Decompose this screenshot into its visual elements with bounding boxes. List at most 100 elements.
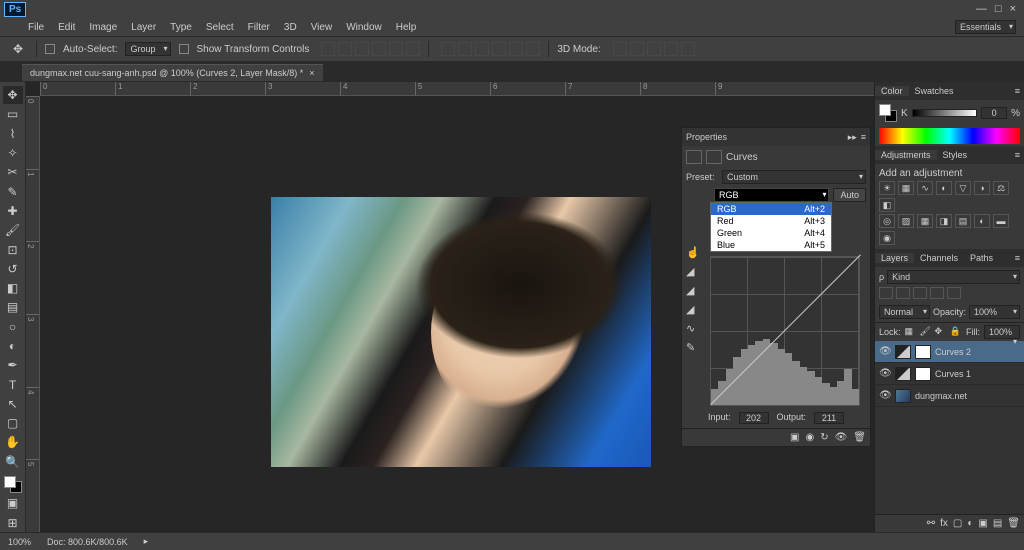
maximize-button[interactable]: □ [995,3,1002,15]
menu-help[interactable]: Help [396,22,417,33]
clip-icon[interactable]: ▣ [790,432,799,443]
distribute-icon[interactable] [475,42,489,56]
photofilter-icon[interactable]: ◎ [879,214,895,228]
adjustment-icon[interactable] [686,150,702,164]
channel-blue[interactable]: BlueAlt+5 [711,239,831,251]
mode-3d-icon[interactable] [664,42,678,56]
align-icon[interactable] [338,42,352,56]
fx-icon[interactable]: fx [940,518,948,529]
distribute-icon[interactable] [509,42,523,56]
mode-3d-icon[interactable] [630,42,644,56]
distribute-icon[interactable] [492,42,506,56]
on-image-tool-icon[interactable]: ☝ [686,246,700,259]
menu-file[interactable]: File [28,22,44,33]
menu-window[interactable]: Window [346,22,382,33]
close-tab-icon[interactable]: × [309,68,314,78]
path-tool[interactable]: ↖ [3,395,23,413]
color-tab[interactable]: Color [875,86,909,96]
bw-icon[interactable]: ◧ [879,198,895,212]
layer-item[interactable]: 👁 Curves 2 [875,341,1024,363]
menu-3d[interactable]: 3D [284,22,297,33]
align-icon[interactable] [372,42,386,56]
filter-pixel-icon[interactable] [879,287,893,299]
history-brush-tool[interactable]: ↺ [3,260,23,278]
mode-3d-icon[interactable] [613,42,627,56]
workspace-switcher[interactable]: Essentials [955,20,1016,34]
align-icon[interactable] [389,42,403,56]
layers-tab[interactable]: Layers [875,253,914,263]
move-tool[interactable]: ✥ [3,86,23,104]
layer-thumb[interactable] [895,389,911,403]
stamp-tool[interactable]: ⊡ [3,240,23,258]
colorbalance-icon[interactable]: ⚖ [993,181,1009,195]
minimize-button[interactable]: — [976,3,987,15]
visibility-icon[interactable]: 👁 [879,368,891,379]
zoom-level[interactable]: 100% [8,537,31,547]
channel-rgb[interactable]: RGBAlt+2 [711,203,831,215]
brightness-icon[interactable]: ☀ [879,181,895,195]
panel-menu-icon[interactable]: ≡ [1011,253,1024,263]
link-icon[interactable]: ⚯ [927,518,935,529]
channel-green[interactable]: GreenAlt+4 [711,227,831,239]
mask-icon[interactable]: ▢ [953,518,962,529]
distribute-icon[interactable] [526,42,540,56]
mask-thumb[interactable] [915,367,931,381]
color-swatch[interactable] [4,476,22,493]
adjustment-icon[interactable]: ◐ [967,518,973,529]
align-icon[interactable] [355,42,369,56]
distribute-icon[interactable] [441,42,455,56]
lock-position-icon[interactable]: ✥ [935,326,947,338]
close-button[interactable]: × [1010,3,1016,15]
heal-tool[interactable]: ✚ [3,202,23,220]
mask-icon[interactable] [706,150,722,164]
screen-mode-tool[interactable]: ⊞ [3,514,23,532]
canvas-image[interactable] [271,197,651,467]
preset-dropdown[interactable]: Custom [722,170,866,184]
mask-thumb[interactable] [915,345,931,359]
menu-filter[interactable]: Filter [248,22,270,33]
show-transform-checkbox[interactable] [179,44,189,54]
lock-all-icon[interactable]: 🔒 [950,326,962,338]
filter-smart-icon[interactable] [947,287,961,299]
previous-icon[interactable]: ◉ [805,432,814,443]
color-value-field[interactable] [981,107,1007,119]
pen-tool[interactable]: ✒ [3,356,23,374]
visibility-icon[interactable]: 👁 [879,390,891,401]
input-field[interactable] [739,412,769,424]
channels-tab[interactable]: Channels [914,253,964,263]
eyedropper-tool[interactable]: ✎ [3,182,23,200]
lock-transparent-icon[interactable]: ▦ [905,326,917,338]
exposure-icon[interactable]: ◐ [936,181,952,195]
curves-graph[interactable] [710,256,860,406]
gray-point-icon[interactable]: ◢ [686,284,700,297]
layer-thumb[interactable] [895,367,911,381]
trash-icon[interactable]: 🗑 [1007,518,1020,529]
lasso-tool[interactable]: ⌇ [3,125,23,143]
menu-image[interactable]: Image [89,22,117,33]
distribute-icon[interactable] [458,42,472,56]
channel-red[interactable]: RedAlt+3 [711,215,831,227]
menu-view[interactable]: View [311,22,333,33]
group-icon[interactable]: ▣ [978,518,987,529]
blend-mode-dropdown[interactable]: Normal [879,305,930,319]
filter-shape-icon[interactable] [930,287,944,299]
canvas-area[interactable]: 0123456789 012345 Properties ▸▸ ≡ Curves… [26,82,874,532]
opacity-field[interactable]: 100% [969,305,1020,319]
threshold-icon[interactable]: ◐ [974,214,990,228]
curves-icon[interactable]: ∿ [917,181,933,195]
filter-type-icon[interactable] [913,287,927,299]
mode-3d-icon[interactable] [647,42,661,56]
filter-adj-icon[interactable] [896,287,910,299]
posterize-icon[interactable]: ▤ [955,214,971,228]
vibrance-icon[interactable]: ▽ [955,181,971,195]
lookup-icon[interactable]: ▦ [917,214,933,228]
mixer-icon[interactable]: ▨ [898,214,914,228]
crop-tool[interactable]: ✂ [3,163,23,181]
layer-item[interactable]: 👁 Curves 1 [875,363,1024,385]
panel-menu-icon[interactable]: ≡ [1011,86,1024,96]
auto-select-checkbox[interactable] [45,44,55,54]
menu-edit[interactable]: Edit [58,22,75,33]
visibility-icon[interactable]: 👁 [879,346,891,357]
panel-menu-icon[interactable]: ≡ [1011,150,1024,160]
hue-icon[interactable]: ◑ [974,181,990,195]
